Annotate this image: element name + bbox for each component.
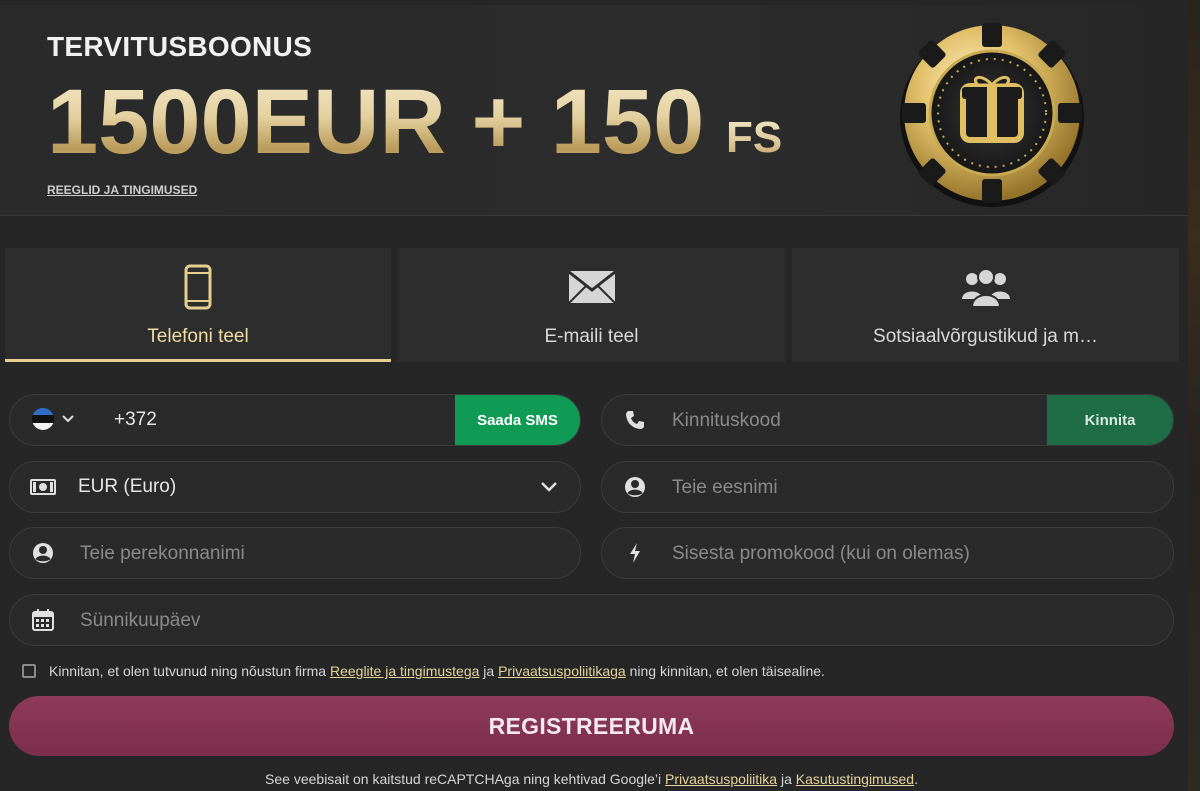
send-sms-button[interactable]: Saada SMS	[455, 395, 580, 445]
phone-icon	[622, 395, 648, 445]
register-button[interactable]: REGISTREERUMA	[9, 696, 1174, 756]
recaptcha-text-mid: ja	[780, 771, 792, 787]
birthdate-field	[9, 594, 1174, 646]
bonus-suffix: FS	[726, 113, 783, 162]
confirm-button[interactable]: Kinnita	[1047, 395, 1173, 445]
calendar-icon	[30, 595, 56, 645]
google-privacy-link[interactable]: Privaatsuspoliitika	[665, 771, 777, 787]
confirmation-code-input[interactable]	[670, 395, 1034, 445]
country-select[interactable]	[32, 408, 74, 430]
tab-email-label: E-maili teel	[544, 326, 639, 347]
privacy-policy-link[interactable]: Privaatsuspoliitikaga	[498, 663, 626, 679]
tab-email[interactable]: E-maili teel	[398, 248, 785, 362]
chevron-down-icon	[62, 415, 74, 423]
banknote-icon	[30, 462, 56, 512]
confirmation-code-field: Kinnita	[601, 394, 1174, 446]
smartphone-icon	[5, 262, 391, 312]
envelope-icon	[398, 262, 785, 312]
consent-text: Kinnitan, et olen tutvunud ning nõustun …	[49, 663, 327, 679]
bonus-amount: 1500EUR + 150	[47, 67, 704, 177]
consent-row: Kinnitan, et olen tutvunud ning nõustun …	[22, 663, 1172, 679]
google-terms-link[interactable]: Kasutustingimused	[796, 771, 914, 787]
recaptcha-text: See veebisait on kaitstud reCAPTCHAga ni…	[265, 771, 662, 787]
last-name-input[interactable]	[78, 528, 442, 578]
tab-social[interactable]: Sotsiaalvõrgustikud ja m…	[792, 248, 1179, 362]
consent-checkbox[interactable]	[22, 664, 36, 678]
tab-phone-label: Telefoni teel	[147, 326, 249, 347]
terms-link[interactable]: Reeglite ja tingimustega	[330, 663, 479, 679]
chevron-down-icon	[541, 482, 557, 492]
user-circle-icon	[30, 528, 56, 578]
consent-text-after: ning kinnitan, et olen täisealine.	[629, 663, 825, 679]
tab-phone[interactable]: Telefoni teel	[5, 248, 391, 362]
currency-value: EUR (Euro)	[78, 476, 177, 497]
birthdate-input[interactable]	[78, 595, 442, 645]
first-name-field	[601, 461, 1174, 513]
tab-social-label: Sotsiaalvõrgustikud ja m…	[873, 326, 1098, 347]
last-name-field	[9, 527, 581, 579]
gift-chip-icon	[900, 23, 1084, 207]
consent-text-mid: ja	[483, 663, 495, 679]
phone-prefix[interactable]: +372	[114, 395, 157, 445]
lightning-icon	[622, 528, 648, 578]
recaptcha-text-end: .	[914, 771, 918, 787]
background-edge	[1188, 0, 1200, 791]
promo-code-input[interactable]	[670, 528, 1034, 578]
recaptcha-notice: See veebisait on kaitstud reCAPTCHAga ni…	[0, 771, 1183, 787]
promo-code-field	[601, 527, 1174, 579]
welcome-bonus-banner: TERVITUSBOONUS 1500EUR + 150 FS REEGLID …	[0, 5, 1188, 216]
registration-panel: TERVITUSBOONUS 1500EUR + 150 FS REEGLID …	[0, 0, 1188, 791]
bonus-label: TERVITUSBOONUS	[47, 31, 313, 62]
estonia-flag-icon	[32, 408, 54, 430]
users-icon	[792, 262, 1179, 312]
currency-select[interactable]: EUR (Euro)	[9, 461, 581, 513]
first-name-input[interactable]	[670, 462, 1034, 512]
user-circle-icon	[622, 462, 648, 512]
phone-field: +372 Saada SMS	[9, 394, 581, 446]
rules-and-terms-link[interactable]: REEGLID JA TINGIMUSED	[47, 183, 197, 197]
